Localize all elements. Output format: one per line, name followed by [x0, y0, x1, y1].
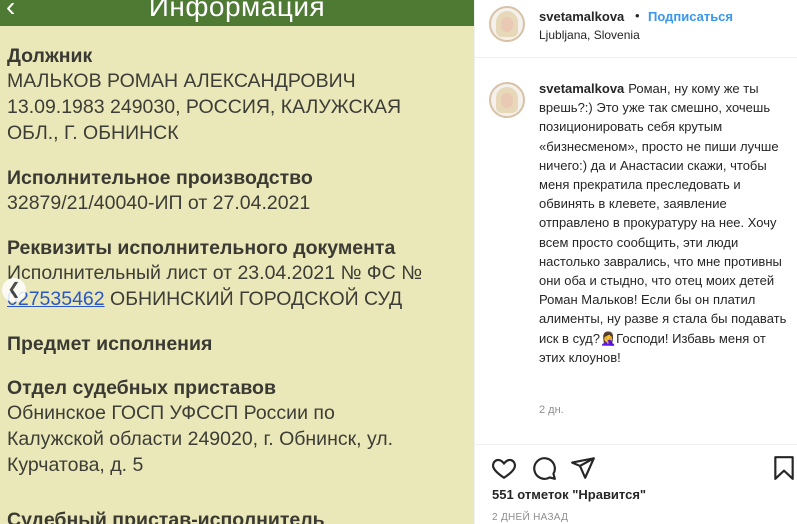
section-label: Предмет исполнения — [7, 333, 213, 355]
comment-avatar[interactable] — [489, 82, 525, 118]
court-name: ОБНИНСКИЙ ГОРОДСКОЙ СУД — [104, 288, 403, 310]
debtor-section: Должник МАЛЬКОВ РОМАН АЛЕКСАНДРОВИЧ 13.0… — [7, 44, 474, 146]
bailiff-office-section: Отдел судебных приставов Обнинское ГОСП … — [7, 376, 474, 478]
avatar[interactable] — [489, 6, 525, 42]
comment-username[interactable]: svetamalkova — [539, 81, 624, 96]
comment-age: 2 дн. — [539, 404, 564, 416]
cut-off-label: Судебный пристав-исполнитель — [7, 509, 325, 524]
office-line: Курчатова, д. 5 — [7, 454, 144, 476]
section-label: Отдел судебных приставов — [7, 377, 276, 399]
bookmark-icon[interactable] — [771, 455, 797, 481]
document-header: ‹ Информация — [0, 0, 474, 26]
post-location[interactable]: Ljubljana, Slovenia — [539, 28, 640, 42]
post-panel: svetamalkova • Подписаться Ljubljana, Sl… — [474, 0, 797, 524]
avatar-face — [501, 17, 513, 32]
writ-court-line: 027535462 ОБНИНСКИЙ ГОРОДСКОЙ СУД — [7, 286, 474, 312]
writ-line: Исполнительный лист от 23.04.2021 № ФС № — [7, 262, 423, 284]
document-details-section: Реквизиты исполнительного документа Испо… — [7, 236, 474, 312]
section-label: Исполнительное производство — [7, 167, 313, 189]
debtor-details: 13.09.1983 249030, РОССИЯ, КАЛУЖСКАЯ — [7, 96, 402, 118]
debtor-city: ОБЛ., Г. ОБНИНСК — [7, 122, 179, 144]
post-header: svetamalkova • Подписаться Ljubljana, Sl… — [475, 0, 797, 58]
post-author-username[interactable]: svetamalkova — [539, 9, 624, 24]
follow-button[interactable]: Подписаться — [648, 9, 733, 24]
subject-section: Предмет исполнения — [7, 332, 474, 356]
document-header-title: Информация — [148, 0, 326, 22]
comment-text: Роман, ну кому же ты врешь?:) Это уже та… — [539, 81, 787, 365]
likes-count[interactable]: 551 отметок "Нравится" — [492, 487, 646, 502]
document-body: Должник МАЛЬКОВ РОМАН АЛЕКСАНДРОВИЧ 13.0… — [7, 44, 474, 498]
proceeding-number: 32879/21/40040-ИП от 27.04.2021 — [7, 192, 311, 214]
office-line: Обнинское ГОСП УФССП России по — [7, 402, 335, 424]
proceeding-section: Исполнительное производство 32879/21/400… — [7, 166, 474, 216]
section-label: Должник — [7, 45, 93, 67]
office-line: Калужской области 249020, г. Обнинск, ул… — [7, 428, 394, 450]
paper-plane-icon[interactable] — [570, 455, 596, 481]
avatar-face — [501, 93, 513, 108]
comment-bubble-icon[interactable] — [531, 455, 557, 481]
heart-icon[interactable] — [491, 455, 517, 481]
document-photo: ‹ Информация Должник МАЛЬКОВ РОМАН АЛЕКС… — [0, 0, 474, 524]
chevron-left-icon[interactable]: ❮ — [2, 278, 26, 302]
action-bar — [475, 444, 797, 484]
separator-dot: • — [635, 8, 640, 23]
caption-comment: svetamalkova Роман, ну кому же ты врешь?:… — [539, 79, 792, 367]
section-label: Реквизиты исполнительного документа — [7, 237, 396, 259]
debtor-name: МАЛЬКОВ РОМАН АЛЕКСАНДРОВИЧ — [7, 70, 356, 92]
post-timestamp[interactable]: 2 ДНЕЙ НАЗАД — [492, 512, 568, 523]
